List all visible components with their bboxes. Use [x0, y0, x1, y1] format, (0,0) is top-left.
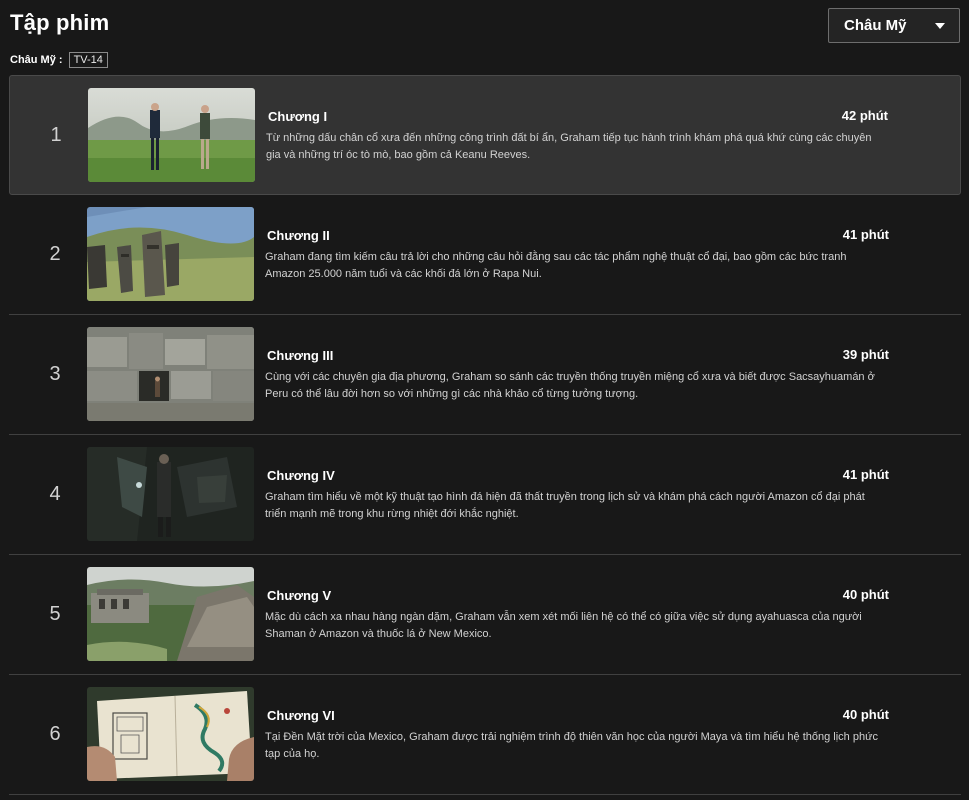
episode-description: Từ những dấu chân cổ xưa đến những công …: [266, 132, 872, 161]
region-dropdown[interactable]: Châu Mỹ: [828, 8, 960, 43]
episodes-page: Tập phim Châu Mỹ Châu Mỹ : TV-14 1 Chươn…: [0, 0, 969, 800]
episode-list: 1 Chương I 42 phút Từ những dấu chân cổ …: [9, 75, 961, 795]
episode-description: Mặc dù cách xa nhau hàng ngàn dặm, Graha…: [265, 611, 862, 640]
episode-thumbnail[interactable]: [87, 207, 254, 301]
episode-duration: 40 phút: [842, 587, 889, 602]
episode-item[interactable]: 3 Chương III 39 phút Cùng với các chuyên…: [9, 315, 961, 435]
episode-thumbnail[interactable]: [87, 687, 254, 781]
episode-title: Chương III: [267, 348, 334, 363]
episode-thumbnail[interactable]: [87, 447, 254, 541]
episode-description: Cùng với các chuyên gia địa phương, Grah…: [265, 371, 875, 400]
episode-description: Graham tìm hiểu về một kỹ thuật tạo hình…: [265, 491, 865, 520]
episode-title: Chương I: [268, 109, 328, 124]
page-title: Tập phim: [10, 10, 110, 35]
episode-description: Tại Đền Mặt trời của Mexico, Graham được…: [265, 731, 878, 760]
rating-region-label: Châu Mỹ :: [10, 54, 63, 66]
rating-badge: TV-14: [68, 52, 108, 68]
episode-duration: 39 phút: [842, 347, 889, 362]
episode-thumbnail[interactable]: [87, 327, 254, 421]
episode-item[interactable]: 5 Chương V 40 phút Mặc dù cách xa nhau h…: [9, 555, 961, 675]
episode-duration: 41 phút: [842, 227, 889, 242]
episode-title: Chương V: [267, 588, 332, 603]
episode-duration: 42 phút: [841, 108, 888, 123]
episode-thumbnail[interactable]: [88, 88, 255, 182]
episode-item[interactable]: 4 Chương IV 41 phút Graham tìm hiểu về m: [9, 435, 961, 555]
episode-description: Graham đang tìm kiếm câu trả lời cho nhữ…: [265, 251, 847, 280]
episode-thumbnail[interactable]: [87, 567, 254, 661]
episode-item[interactable]: 2 Chương II 41 phút Graham đang tìm kiếm: [9, 195, 961, 315]
episode-title: Chương IV: [267, 468, 335, 483]
caret-down-icon: [935, 22, 945, 29]
episode-title: Chương II: [267, 228, 330, 243]
episode-title: Chương VI: [267, 708, 335, 723]
episode-duration: 41 phút: [842, 467, 889, 482]
episode-item[interactable]: 6 Chương VI 40 phút Tại Đền Mặt trời của: [9, 675, 961, 795]
maturity-rating: Châu Mỹ : TV-14: [10, 52, 108, 68]
episode-duration: 40 phút: [842, 707, 889, 722]
region-dropdown-label: Châu Mỹ: [844, 17, 907, 34]
episode-item[interactable]: 1 Chương I 42 phút Từ những dấu chân cổ …: [9, 75, 961, 195]
